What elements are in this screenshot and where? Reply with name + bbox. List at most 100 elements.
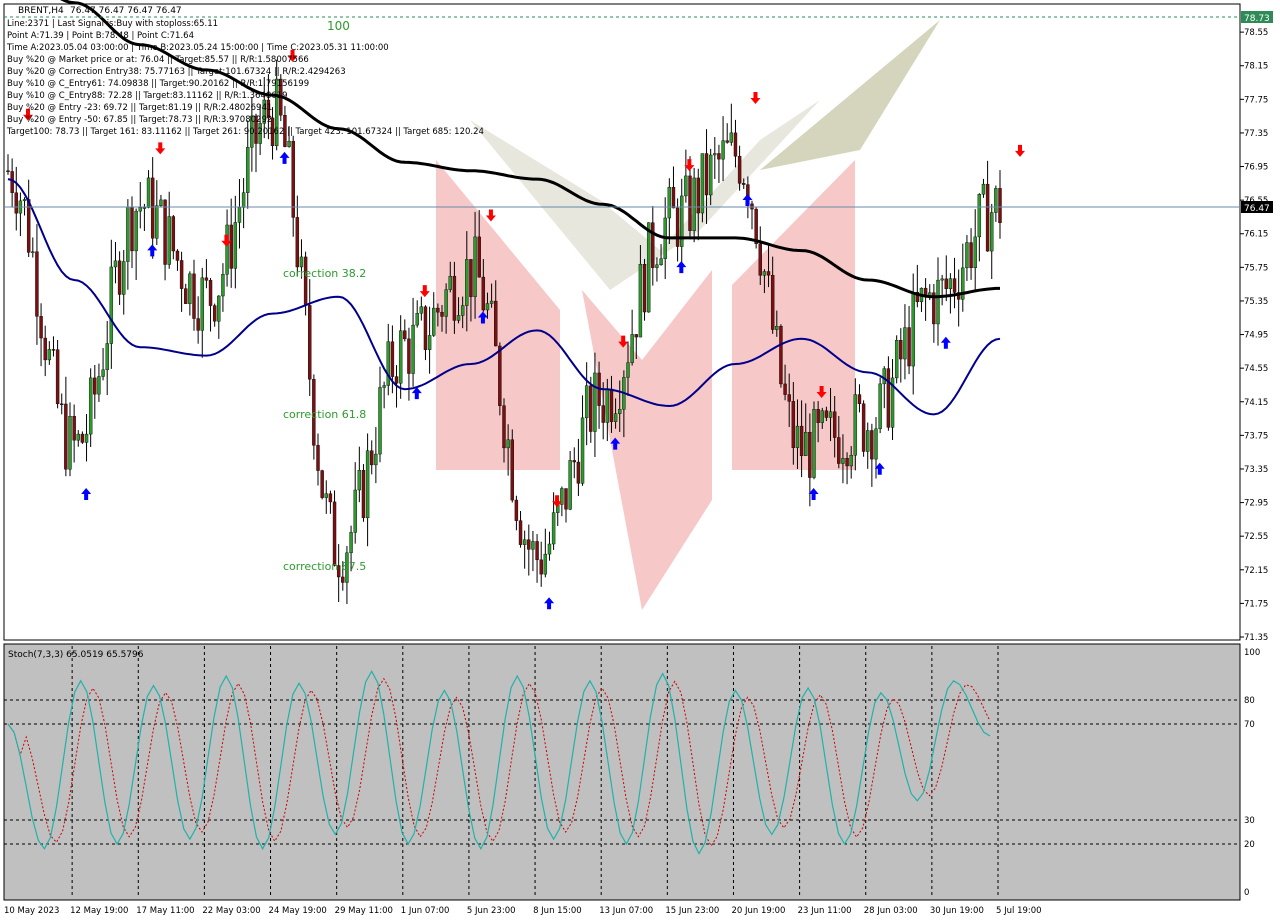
chart-canvas[interactable]: 78.5578.1577.7577.3576.9576.5576.1575.75… xyxy=(0,0,1280,920)
candle-body xyxy=(167,216,171,265)
candle-body xyxy=(473,236,477,297)
candle-body xyxy=(122,261,126,295)
candle-body xyxy=(341,576,345,583)
candle-body xyxy=(403,330,407,340)
candle-body xyxy=(510,439,514,501)
time-tick-label: 29 May 11:00 xyxy=(335,906,393,916)
candle-body xyxy=(175,250,180,261)
candle-body xyxy=(155,205,159,239)
candle-body xyxy=(229,224,233,269)
info-line-0: Line:2371 | Last Signal is:Buy with stop… xyxy=(7,19,218,29)
candle-body xyxy=(448,275,452,290)
candle-body xyxy=(390,341,395,377)
price-tick-label: 75.75 xyxy=(1244,263,1268,273)
candle-body xyxy=(576,461,581,484)
candle-body xyxy=(117,260,122,295)
candle-body xyxy=(713,153,717,156)
candle-body xyxy=(899,340,903,360)
candle-body xyxy=(758,243,762,276)
candle-body xyxy=(105,343,109,371)
price-tick-label: 71.35 xyxy=(1244,633,1268,643)
candle-body xyxy=(973,236,977,269)
candle-body xyxy=(481,276,486,311)
candle-body xyxy=(948,278,953,289)
candle-body xyxy=(849,455,853,467)
candle-body xyxy=(55,349,60,405)
price-tick-label: 74.55 xyxy=(1244,364,1268,374)
candle-body xyxy=(894,340,899,379)
candle-body xyxy=(841,458,845,464)
info-line-2: Time A:2023.05.04 03:00:00 | Time B:2023… xyxy=(6,43,389,53)
candle-body xyxy=(907,327,911,367)
candle-body xyxy=(246,147,250,193)
time-tick-label: 23 Jun 11:00 xyxy=(798,906,852,916)
candle-body xyxy=(427,335,432,350)
candle-body xyxy=(109,266,114,344)
candle-body xyxy=(543,553,548,575)
candle-body xyxy=(646,222,651,313)
candle-body xyxy=(287,140,291,147)
time-tick-label: 13 Jun 07:00 xyxy=(599,906,653,916)
price-tick-label: 74.95 xyxy=(1244,331,1268,341)
time-tick-label: 24 May 19:00 xyxy=(269,906,327,916)
candle-body xyxy=(572,460,576,463)
candle-body xyxy=(163,199,167,265)
candle-body xyxy=(601,405,605,423)
candle-body xyxy=(717,153,721,160)
candle-body xyxy=(204,277,209,281)
price-tick-label: 71.75 xyxy=(1244,599,1268,609)
candle-body xyxy=(31,251,35,253)
candle-body xyxy=(394,376,399,384)
candle-body xyxy=(911,292,915,367)
candle-body xyxy=(320,470,324,498)
stoch-tick-label: 20 xyxy=(1244,840,1255,850)
candle-body xyxy=(684,175,688,197)
candle-body xyxy=(76,433,80,441)
candle-body xyxy=(60,403,64,406)
info-line-5: Buy %10 @ C_Entry61: 74.09838 || Target:… xyxy=(7,79,309,89)
candle-body xyxy=(291,140,295,218)
candle-body xyxy=(861,403,866,452)
candle-body xyxy=(804,431,808,456)
candle-body xyxy=(990,212,994,252)
candle-body xyxy=(378,387,382,455)
candle-body xyxy=(704,153,709,196)
candle-body xyxy=(944,278,948,289)
candle-body xyxy=(498,345,502,406)
candle-body xyxy=(675,207,680,247)
level-100-label: 100 xyxy=(327,19,350,33)
candle-body xyxy=(506,439,510,449)
candle-body xyxy=(494,300,498,347)
candle-body xyxy=(64,403,68,470)
candle-body xyxy=(750,203,754,210)
candle-body xyxy=(547,543,552,555)
candle-body xyxy=(374,453,378,466)
candle-body xyxy=(692,177,696,231)
candle-body xyxy=(415,313,419,326)
candle-body xyxy=(142,207,147,209)
candle-body xyxy=(725,140,729,143)
candle-body xyxy=(568,460,572,510)
candle-body xyxy=(721,140,725,160)
candle-body xyxy=(531,541,535,550)
candle-body xyxy=(113,260,118,268)
time-tick-label: 15 Jun 23:00 xyxy=(665,906,719,916)
candle-body xyxy=(138,207,142,212)
candle-body xyxy=(465,259,469,306)
time-tick-label: 28 Jun 03:00 xyxy=(864,906,918,916)
candle-body xyxy=(589,385,593,432)
candle-body xyxy=(192,273,196,319)
candle-body xyxy=(200,277,204,331)
candle-body xyxy=(630,334,634,363)
candle-body xyxy=(97,376,101,395)
candle-body xyxy=(539,559,543,575)
price-tick-label: 74.15 xyxy=(1244,398,1268,408)
candle-body xyxy=(295,217,300,268)
candle-body xyxy=(799,425,804,456)
candle-body xyxy=(316,445,320,471)
candle-body xyxy=(762,271,767,276)
candle-body xyxy=(977,193,982,238)
candle-body xyxy=(642,264,647,313)
candle-body xyxy=(188,273,192,304)
candle-body xyxy=(150,177,155,239)
